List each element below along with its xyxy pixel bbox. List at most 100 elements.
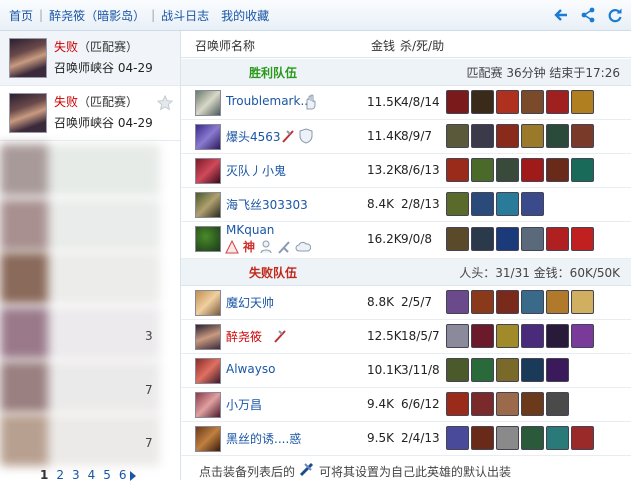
match-list-item-selected[interactable]: 失败（匹配赛） 召唤师峡谷 04-29 (0, 86, 180, 141)
share-icon[interactable] (580, 7, 596, 23)
item-slot (471, 90, 494, 114)
item-slot (546, 90, 569, 114)
player-kda: 2/4/13 (401, 431, 440, 445)
player-kda: 9/0/8 (401, 232, 432, 246)
player-gold: 10.1K (367, 363, 402, 377)
player-name[interactable]: MKquan (226, 223, 274, 237)
refresh-icon[interactable] (607, 7, 623, 23)
page-1[interactable]: 1 (40, 468, 48, 483)
blurred-match-item (0, 199, 160, 251)
item-slot (571, 158, 594, 182)
item-slot (496, 90, 519, 114)
player-name[interactable]: Troublemark.. (226, 94, 308, 108)
item-slot (446, 392, 469, 416)
player-row[interactable]: 爆头4563 11.4K 8/9/7 (181, 120, 631, 154)
player-kda: 3/11/8 (401, 363, 440, 377)
player-name[interactable]: 灭队丿小鬼 (226, 162, 286, 179)
nav-battle-log-link[interactable]: 战斗日志 (161, 7, 209, 24)
player-name[interactable]: 魔幻天帅 (226, 294, 274, 311)
page-5[interactable]: 5 (103, 468, 111, 483)
blurred-number: 3 (145, 329, 153, 343)
player-gold: 13.2K (367, 163, 402, 177)
item-slot (521, 290, 544, 314)
item-slot (521, 392, 544, 416)
footer-text-after: 可将其设置为自己此英雄的默认出装 (319, 465, 512, 479)
hand-icon (306, 94, 316, 110)
item-build[interactable] (446, 426, 594, 450)
match-list-item[interactable]: 失败（匹配赛） 召唤师峡谷 04-29 (0, 31, 180, 86)
item-slot (471, 426, 494, 450)
person-icon (260, 240, 272, 254)
champion-icon (195, 158, 221, 184)
blurred-match-item (0, 144, 160, 196)
player-gold: 8.4K (367, 197, 394, 211)
player-row[interactable]: 海飞丝303303 8.4K 2/8/13 (181, 188, 631, 222)
match-map: 召唤师峡谷 (54, 116, 115, 130)
item-build[interactable] (446, 158, 594, 182)
player-row[interactable]: 黑丝的诱....惑 9.5K 2/4/13 (181, 422, 631, 456)
flag-icon (278, 241, 290, 254)
player-name[interactable]: 小万昌 (226, 396, 262, 413)
item-slot (496, 227, 519, 251)
player-kda: 6/6/12 (401, 397, 440, 411)
item-build[interactable] (446, 124, 594, 148)
player-name[interactable]: 黑丝的诱....惑 (226, 430, 301, 447)
player-row[interactable]: 灭队丿小鬼 13.2K 8/6/13 (181, 154, 631, 188)
item-slot (446, 290, 469, 314)
item-slot (546, 426, 569, 450)
player-name[interactable]: 醉尧筱 (226, 328, 262, 345)
item-slot (496, 426, 519, 450)
item-slot (521, 192, 544, 216)
next-page-icon[interactable] (129, 469, 137, 483)
champion-icon (195, 290, 221, 316)
item-build[interactable] (446, 324, 594, 348)
item-slot (496, 324, 519, 348)
player-gold: 11.5K (367, 95, 402, 109)
lose-team-header: 失败队伍 人头：31/31 金钱：60K/50K (181, 259, 631, 286)
page-4[interactable]: 4 (88, 468, 96, 483)
player-row-self[interactable]: 醉尧筱 12.5K 18/5/7 (181, 320, 631, 354)
nav-home-link[interactable]: 首页 (9, 7, 33, 24)
match-map: 召唤师峡谷 (54, 61, 115, 75)
header-kda: 杀/死/助 (400, 39, 445, 53)
god-badge: 神 (243, 240, 256, 254)
blurred-number: 7 (145, 436, 153, 450)
back-arrow-icon[interactable] (553, 7, 569, 23)
player-gold: 9.4K (367, 397, 394, 411)
champion-icon (195, 192, 221, 218)
player-name[interactable]: 爆头4563 (226, 128, 281, 145)
item-build[interactable] (446, 392, 569, 416)
item-build[interactable] (446, 290, 594, 314)
item-build[interactable] (446, 227, 594, 251)
player-row[interactable]: Alwayso 10.1K 3/11/8 (181, 354, 631, 388)
match-mode: （匹配赛） (78, 95, 139, 109)
player-row[interactable]: Troublemark.. 11.5K 4/8/14 (181, 86, 631, 120)
player-row[interactable]: MKquan 神 16.2K 9/0/8 (181, 222, 631, 259)
breadcrumb-separator: | (39, 8, 44, 22)
match-result: 失败 (54, 95, 79, 109)
player-gold: 12.5K (367, 329, 402, 343)
item-slot (471, 124, 494, 148)
page-6[interactable]: 6 (119, 468, 127, 483)
item-slot (446, 358, 469, 382)
item-slot (521, 124, 544, 148)
player-name[interactable]: 海飞丝303303 (226, 196, 308, 213)
flag-icon (274, 330, 286, 343)
header-gold: 金钱 (371, 39, 396, 53)
player-row[interactable]: 小万昌 9.4K 6/6/12 (181, 388, 631, 422)
nav-summoner-link[interactable]: 醉尧筱（暗影岛） (49, 7, 145, 24)
page-3[interactable]: 3 (72, 468, 80, 483)
favorite-star-icon[interactable] (157, 95, 173, 111)
nav-favorites-link[interactable]: 我的收藏 (221, 7, 269, 24)
item-slot (496, 158, 519, 182)
item-build[interactable] (446, 358, 569, 382)
flag-icon (282, 130, 294, 143)
player-row[interactable]: 魔幻天帅 8.8K 2/5/7 (181, 286, 631, 320)
match-date: 04-29 (117, 116, 153, 130)
page-2[interactable]: 2 (56, 468, 64, 483)
item-build[interactable] (446, 90, 594, 114)
player-name[interactable]: Alwayso (226, 362, 275, 376)
player-badges: 神 (225, 240, 312, 254)
item-slot (446, 158, 469, 182)
item-build[interactable] (446, 192, 544, 216)
